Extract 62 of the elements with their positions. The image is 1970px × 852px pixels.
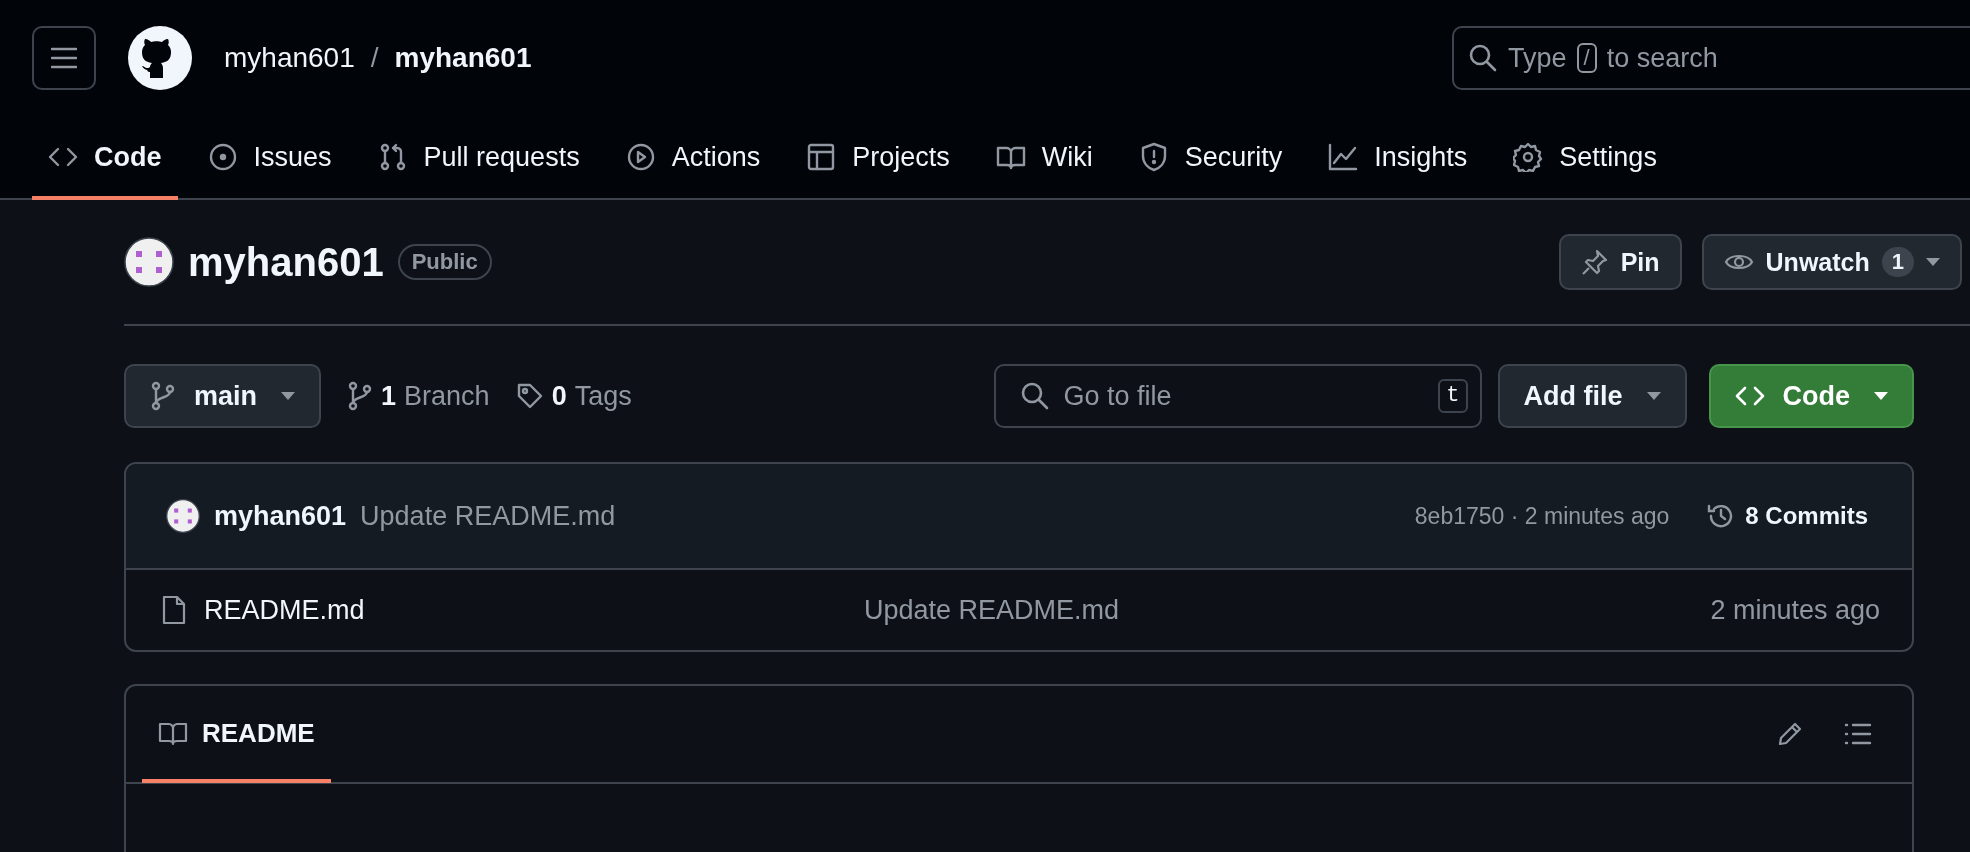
add-file-button[interactable]: Add file xyxy=(1497,364,1687,428)
readme-tab[interactable]: README xyxy=(142,687,331,783)
menu-icon xyxy=(51,47,77,69)
play-circle-icon xyxy=(625,142,656,172)
tag-icon xyxy=(515,382,544,410)
circle-dot-icon xyxy=(207,142,238,172)
menu-button[interactable] xyxy=(32,26,96,90)
owner-link[interactable]: myhan601 xyxy=(224,42,355,74)
avatar-icon xyxy=(124,237,174,287)
list-icon[interactable] xyxy=(1844,722,1872,746)
slash-key-hint: / xyxy=(1576,43,1597,73)
pin-icon xyxy=(1580,248,1609,276)
commit-hash-time[interactable]: 8eb1750 · 2 minutes ago xyxy=(1414,502,1670,530)
repo-tab[interactable]: Insights xyxy=(1312,118,1484,200)
file-commit-message[interactable]: Update README.md xyxy=(864,594,1711,626)
tags-link[interactable]: 0 Tags xyxy=(515,380,632,412)
unwatch-button[interactable]: Unwatch 1 xyxy=(1701,234,1962,290)
commit-message[interactable]: Update README.md xyxy=(360,500,616,532)
go-to-file-field[interactable]: Go to file t xyxy=(993,364,1482,428)
commit-author[interactable]: myhan601 xyxy=(214,500,347,532)
search-field[interactable]: Type / to search xyxy=(1452,26,1970,90)
visibility-label: Public xyxy=(397,244,492,280)
branch-select[interactable]: main xyxy=(124,364,322,428)
search-placeholder: Type xyxy=(1508,42,1567,74)
pin-button[interactable]: Pin xyxy=(1558,234,1682,290)
repo-tab[interactable]: Actions xyxy=(609,118,777,200)
commits-link[interactable]: 8 Commits xyxy=(1707,502,1868,530)
repo-tab[interactable]: Pull requests xyxy=(361,118,596,200)
graph-icon xyxy=(1328,142,1359,172)
pencil-icon[interactable] xyxy=(1776,720,1804,748)
search-placeholder-suffix: to search xyxy=(1606,42,1718,74)
caret-icon xyxy=(1874,392,1888,400)
search-icon xyxy=(1468,43,1498,73)
file-name[interactable]: README.md xyxy=(204,594,864,626)
branches-link[interactable]: 1 Branch xyxy=(347,380,490,412)
breadcrumb-separator: / xyxy=(370,42,379,74)
table-icon xyxy=(806,142,837,172)
repo-tab[interactable]: Projects xyxy=(790,118,966,200)
repo-tab[interactable]: Security xyxy=(1122,118,1299,200)
caret-icon xyxy=(1926,258,1940,266)
book-icon xyxy=(158,720,188,746)
branch-icon xyxy=(347,381,374,411)
repo-tab[interactable]: Wiki xyxy=(979,118,1109,200)
caret-icon xyxy=(281,392,296,400)
settings-icon xyxy=(1513,142,1544,172)
go-to-file-placeholder: Go to file xyxy=(1063,380,1172,412)
file-time: 2 minutes ago xyxy=(1710,594,1880,626)
repo-tab[interactable]: Settings xyxy=(1497,118,1673,200)
file-icon xyxy=(162,595,186,625)
search-icon xyxy=(1019,381,1050,411)
code-icon xyxy=(1734,384,1765,408)
repo-name[interactable]: myhan601 xyxy=(188,239,384,285)
code-button[interactable]: Code xyxy=(1708,364,1914,428)
t-key-hint: t xyxy=(1438,379,1468,413)
avatar-icon xyxy=(166,499,200,533)
branch-icon xyxy=(150,381,176,411)
caret-icon xyxy=(1646,392,1661,400)
repo-tab[interactable]: Issues xyxy=(191,118,348,200)
repo-tab[interactable]: Code xyxy=(32,118,178,200)
watch-count: 1 xyxy=(1881,247,1914,277)
octocat-logo-icon[interactable] xyxy=(128,26,192,90)
repo-link[interactable]: myhan601 xyxy=(394,42,532,74)
